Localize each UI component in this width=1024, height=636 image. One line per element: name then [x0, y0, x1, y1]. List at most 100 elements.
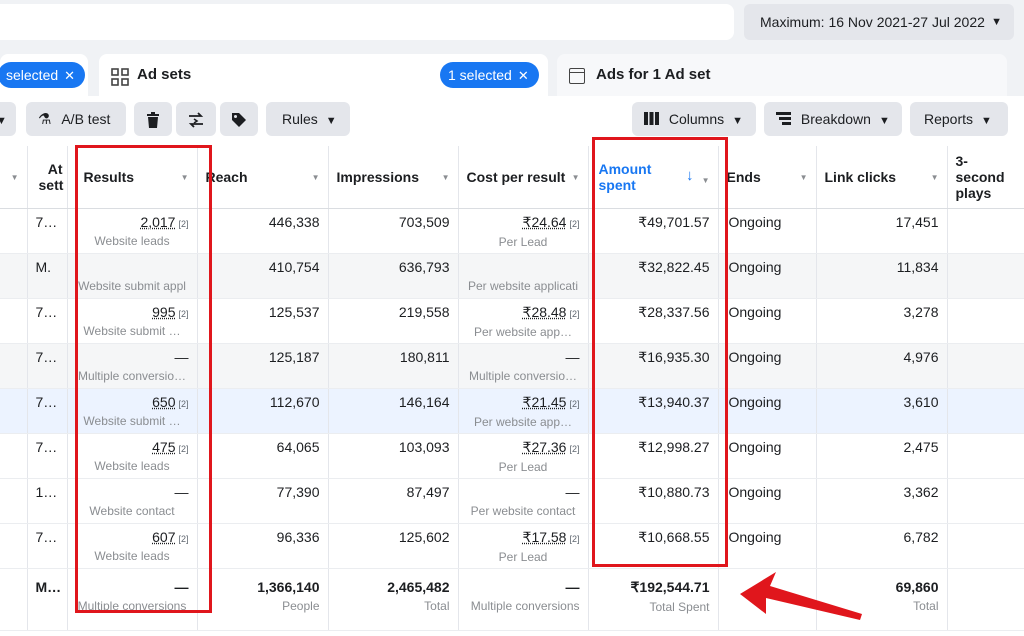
column-header-ends[interactable]: Ends ▼ [718, 146, 817, 209]
columns-button[interactable]: Columns ▼ [632, 102, 756, 136]
cost-value[interactable]: ₹27.36 [523, 439, 567, 455]
sort-icon[interactable]: ▼ [702, 173, 710, 189]
cost-cell: — Per website contact [458, 478, 589, 524]
sort-icon[interactable]: ▼ [312, 173, 320, 182]
totals-results-type: Multiple conversions [77, 598, 187, 613]
tab-ad-sets[interactable]: Ad sets 1 selected ✕ [99, 54, 548, 96]
impressions-cell: 703,509 [328, 208, 459, 254]
table-row[interactable]: 1… — Website contact 77,390 87,497 — Per websi… [0, 478, 1024, 524]
link-clicks-cell: 3,362 [816, 478, 948, 524]
reach-cell: 112,670 [197, 388, 329, 434]
campaigns-selected-pill[interactable]: selected ✕ [0, 62, 86, 88]
amount-spent-value: ₹49,701.57 [638, 213, 710, 230]
table-row[interactable]: 7… 607 [2] Website leads 96,336 125,602 ₹17.58… [0, 523, 1024, 569]
search-bar[interactable] [0, 4, 734, 40]
sort-icon[interactable]: ▼ [572, 173, 580, 182]
ad-sets-table: ▼ At sett Results ▼ Reach ▼ Impressions ▼ C… [0, 146, 1024, 636]
results-value[interactable]: 607 [152, 529, 175, 545]
table-row[interactable]: 7… 475 [2] Website leads 64,065 103,093 ₹27.36… [0, 433, 1024, 479]
tab-campaigns[interactable]: selected ✕ [0, 54, 88, 96]
footnote-marker: [2] [178, 398, 189, 409]
results-value[interactable]: 475 [152, 439, 175, 455]
columns-icon [644, 112, 659, 125]
caret-down-icon: ▼ [878, 115, 890, 127]
ends-cell: Ongoing [718, 433, 817, 479]
column-header-link-clicks[interactable]: Link clicks ▼ [816, 146, 948, 209]
table-row[interactable]: 7… — Multiple conversio… 125,187 180,811 — Mul… [0, 343, 1024, 389]
sort-icon[interactable]: ▼ [442, 173, 450, 182]
trash-icon [147, 112, 159, 129]
table-row[interactable]: 7… 995 [2] Website submit … 125,537 219,558 ₹2… [0, 298, 1024, 344]
row-toggle-cell [0, 478, 28, 524]
reports-button[interactable]: Reports ▼ [910, 102, 1008, 136]
results-table: ▼ At sett Results ▼ Reach ▼ Impressions ▼ C… [0, 146, 1024, 631]
sort-icon[interactable]: ▼ [181, 173, 189, 182]
ab-test-label: A/B test [61, 111, 111, 127]
results-value[interactable]: 2,017 [140, 214, 175, 230]
column-header-amount-spent[interactable]: Amount spent ↓ ▼ [588, 146, 719, 209]
create-dropdown-button[interactable]: ▼ [0, 102, 16, 136]
tab-ads[interactable]: Ads for 1 Ad set [557, 54, 1007, 96]
table-row[interactable]: M. Website submit appl 410,754 636,793 Per… [0, 253, 1024, 299]
delete-button[interactable] [134, 102, 172, 136]
plays-cell [947, 388, 1024, 434]
sort-icon[interactable]: ▼ [931, 173, 939, 182]
results-value: — [174, 348, 189, 365]
link-clicks-value: 4,976 [903, 348, 939, 365]
totals-results-cell: — Multiple conversions [67, 567, 198, 631]
column-header-impressions[interactable]: Impressions ▼ [328, 146, 459, 209]
caret-down-icon: ▼ [981, 115, 992, 127]
cost-value[interactable]: ₹28.48 [523, 304, 567, 320]
impressions-value: 703,509 [398, 213, 450, 230]
ads-icon [569, 68, 585, 84]
totals-row: M… — Multiple conversions 1,366,140 People 2,… [0, 567, 1024, 631]
tag-button[interactable] [220, 102, 258, 136]
tag-icon [232, 113, 246, 128]
column-header-3-second-plays[interactable]: 3-second plays [947, 146, 1024, 209]
cost-value[interactable]: ₹17.58 [523, 529, 567, 545]
cost-type: Per website contact [470, 503, 576, 518]
footnote-marker: [2] [178, 308, 189, 319]
results-type: Website leads [94, 458, 170, 473]
breakdown-button[interactable]: Breakdown ▼ [764, 102, 902, 136]
table-row[interactable]: 7… 650 [2] Website submit … 112,670 146,164 ₹2… [0, 388, 1024, 434]
cost-value[interactable]: ₹24.64 [523, 214, 567, 230]
ab-test-button[interactable]: ⚗ A/B test [26, 102, 126, 136]
table-row[interactable]: 7… 2,017 [2] Website leads 446,338 703,509 ₹24… [0, 208, 1024, 254]
reach-cell: 125,187 [197, 343, 329, 389]
flask-icon: ⚗ [38, 111, 52, 128]
column-header-name[interactable]: ▼ [0, 146, 28, 209]
attribution-value: M. [35, 258, 52, 275]
ends-cell: Ongoing [718, 523, 817, 569]
date-range-picker[interactable]: Maximum: 16 Nov 2021-27 Jul 2022 ▼ [744, 4, 1014, 40]
column-header-attribution[interactable]: At sett [27, 146, 68, 209]
rules-button[interactable]: Rules ▼ [266, 102, 350, 136]
results-value[interactable]: 650 [152, 394, 175, 410]
attribution-value: 7… [35, 348, 58, 365]
ends-value: Ongoing [728, 528, 782, 545]
close-icon[interactable]: ✕ [518, 68, 529, 83]
link-clicks-cell: 4,976 [816, 343, 948, 389]
cost-value[interactable]: ₹21.45 [523, 394, 567, 410]
sort-descending-icon[interactable]: ↓ [686, 168, 694, 184]
attribution-value: 7… [35, 393, 58, 410]
reach-value: 96,336 [276, 528, 320, 545]
duplicate-button[interactable] [176, 102, 216, 136]
ad-sets-selected-pill[interactable]: 1 selected ✕ [440, 62, 539, 88]
column-header-reach[interactable]: Reach ▼ [197, 146, 329, 209]
totals-impressions-type: Total [424, 598, 450, 613]
column-header-results[interactable]: Results ▼ [67, 146, 198, 209]
link-clicks-value: 3,610 [903, 393, 939, 410]
results-value[interactable]: 995 [152, 304, 175, 320]
close-icon[interactable]: ✕ [64, 68, 75, 83]
reach-value: 125,537 [268, 303, 320, 320]
cost-cell: ₹17.58 [2] Per Lead [458, 523, 589, 569]
annotation-arrow-icon [740, 572, 862, 620]
sort-icon[interactable]: ▼ [11, 173, 19, 182]
column-header-cost-per-result[interactable]: Cost per result ▼ [458, 146, 589, 209]
reports-label: Reports [924, 111, 974, 127]
attribution-cell: M. [27, 253, 68, 299]
sort-icon[interactable]: ▼ [800, 173, 808, 182]
ends-cell: Ongoing [718, 298, 817, 344]
totals-cost-cell: — Multiple conversions [458, 567, 589, 631]
